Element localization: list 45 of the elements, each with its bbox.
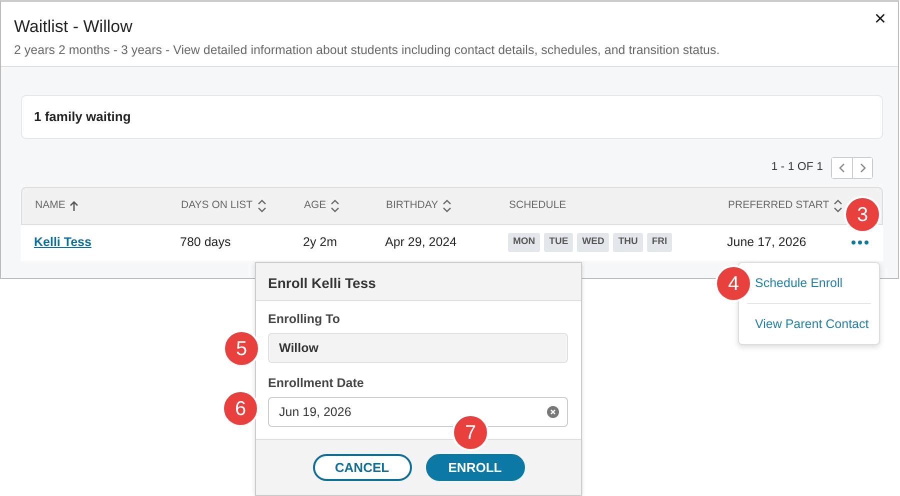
field-label: Enrolling To bbox=[268, 311, 341, 327]
more-dots-icon bbox=[851, 240, 869, 245]
day-tag: THU bbox=[613, 233, 643, 252]
column-header[interactable]: BIRTHDAY bbox=[386, 198, 438, 214]
table-cell-text: 2y 2m bbox=[303, 234, 338, 252]
student-name-link[interactable]: Kelli Tess bbox=[34, 235, 92, 250]
step-callout: 6 bbox=[224, 392, 257, 425]
chevron-left-icon bbox=[838, 162, 846, 172]
clear-icon[interactable] bbox=[547, 406, 559, 418]
field-label: Enrollment Date bbox=[268, 375, 365, 391]
menu-item[interactable]: View Parent Contact bbox=[747, 302, 871, 344]
day-tag: MON bbox=[508, 233, 540, 252]
close-button[interactable]: × bbox=[870, 7, 890, 31]
sort-icon bbox=[833, 198, 844, 212]
next-page-button[interactable] bbox=[852, 158, 872, 178]
column-header[interactable]: PREFERRED START bbox=[728, 198, 830, 214]
column-header[interactable]: AGE bbox=[304, 198, 326, 214]
sort-ascending-icon bbox=[69, 200, 80, 212]
sort-icon bbox=[330, 198, 340, 212]
step-callout: 5 bbox=[225, 332, 258, 365]
cancel-button[interactable]: CANCEL bbox=[312, 454, 412, 481]
day-tag: FRI bbox=[646, 233, 672, 252]
step-callout: 4 bbox=[717, 267, 750, 300]
sort-icon bbox=[442, 198, 452, 212]
modal-title: Waitlist - Willow bbox=[14, 16, 132, 38]
column-header[interactable]: DAYS ON LIST bbox=[181, 198, 253, 214]
previous-page-button[interactable] bbox=[832, 158, 852, 178]
step-callout: 7 bbox=[454, 416, 487, 449]
step-callout: 3 bbox=[846, 198, 879, 231]
day-tag: WED bbox=[577, 233, 610, 252]
column-header[interactable]: NAME bbox=[35, 198, 66, 214]
more-options-button[interactable] bbox=[849, 240, 871, 245]
table-cell-text: June 17, 2026 bbox=[727, 234, 808, 252]
table-cell-text: Apr 29, 2024 bbox=[385, 234, 458, 252]
pagination-range: 1 - 1 OF 1 bbox=[771, 160, 823, 175]
menu-item[interactable]: Schedule Enroll bbox=[747, 263, 871, 303]
popover-title: Enroll Kelli Tess bbox=[256, 263, 581, 301]
summary-card: 1 family waiting bbox=[21, 95, 883, 138]
chevron-right-icon bbox=[858, 162, 866, 172]
enroll-button[interactable]: ENROLL bbox=[426, 454, 524, 481]
table-cell-text: 780 days bbox=[180, 234, 232, 252]
day-tag: TUE bbox=[544, 233, 574, 252]
sort-icon bbox=[256, 198, 267, 212]
modal-subtitle: 2 years 2 months - 3 years - View detailed information about students including contact details, schedules, and transition status. bbox=[14, 42, 721, 58]
column-header[interactable]: SCHEDULE bbox=[509, 198, 566, 214]
